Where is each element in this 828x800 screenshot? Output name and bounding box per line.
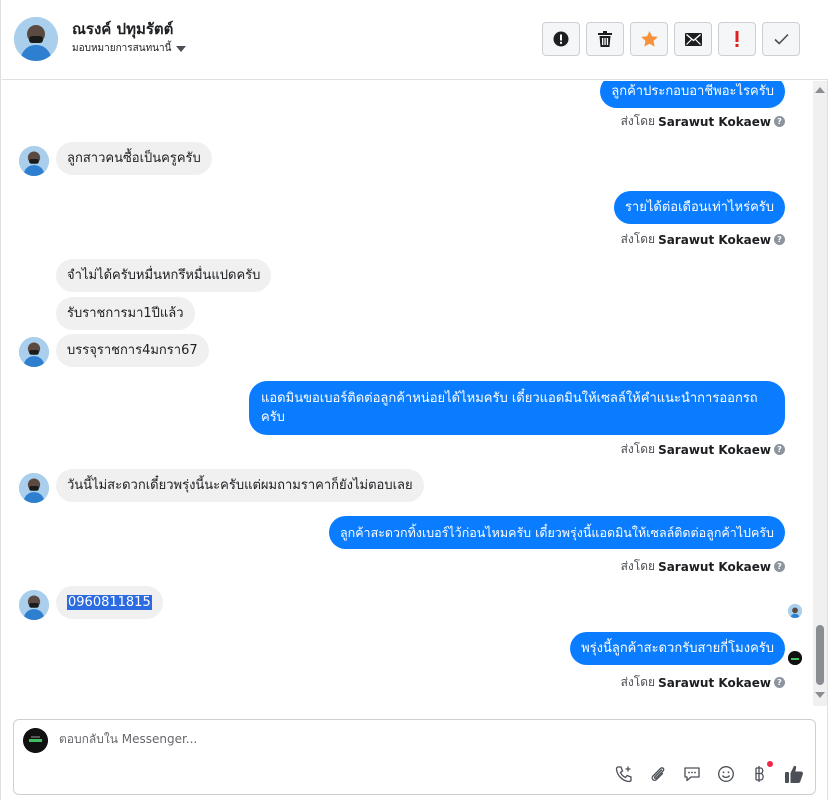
agent-name[interactable]: Sarawut Kokaew — [658, 676, 771, 690]
info-button[interactable] — [542, 22, 580, 56]
contact-name[interactable]: ณรงค์ ปทุมรัตต์ — [72, 17, 173, 41]
agent-name[interactable]: Sarawut Kokaew — [658, 443, 771, 457]
trash-icon — [598, 31, 612, 47]
saved-reply-button[interactable] — [681, 763, 703, 785]
page-avatar — [23, 728, 48, 753]
agent-name[interactable]: Sarawut Kokaew — [658, 233, 771, 247]
assign-conversation-dropdown[interactable]: มอบหมายการสนทนานี้ — [72, 41, 187, 56]
attach-button[interactable] — [647, 763, 669, 785]
emoji-button[interactable] — [715, 763, 737, 785]
mail-button[interactable] — [674, 22, 712, 56]
scrollbar-thumb[interactable] — [816, 625, 824, 685]
payment-button[interactable] — [749, 761, 773, 785]
message-outgoing[interactable]: รายได้ต่อเดือนเท่าไหร่ครับ — [613, 191, 785, 224]
message-incoming[interactable]: จำไม่ได้ครับหมื่นหกรึหมื่นแปดครับ — [56, 259, 272, 292]
message-incoming[interactable]: บรรจุราชการ4มกรา67 — [56, 334, 209, 367]
reply-input[interactable] — [59, 732, 759, 746]
sent-by-label: ส่งโดย Sarawut Kokaew ? — [621, 673, 785, 692]
help-icon[interactable]: ? — [774, 116, 785, 127]
contact-avatar-small — [19, 590, 49, 620]
message-outgoing[interactable]: ลูกค้าประกอบอาชีพอะไรครับ — [600, 81, 785, 108]
check-icon — [773, 33, 789, 45]
message-outgoing[interactable]: พรุ่งนี้ลูกค้าสะดวกรับสายกี่โมงครับ — [570, 632, 785, 665]
mark-important-button[interactable] — [718, 22, 756, 56]
reply-composer — [13, 719, 816, 795]
delete-button[interactable] — [586, 22, 624, 56]
star-button[interactable] — [630, 22, 668, 56]
scroll-up-arrow[interactable] — [815, 87, 825, 93]
call-button[interactable] — [613, 763, 635, 785]
help-icon[interactable]: ? — [774, 561, 785, 572]
info-icon — [553, 31, 569, 47]
conversation-header: ณรงค์ ปทุมรัตต์ มอบหมายการสนทนานี้ — [2, 0, 828, 80]
page-avatar-small — [788, 651, 802, 665]
agent-name[interactable]: Sarawut Kokaew — [658, 115, 771, 129]
sent-by-label: ส่งโดย Sarawut Kokaew ? — [621, 440, 785, 459]
star-icon — [640, 31, 658, 47]
message-list[interactable]: ลูกค้าประกอบอาชีพอะไรครับ ส่งโดย Sarawut… — [2, 81, 812, 706]
scroll-down-arrow[interactable] — [815, 692, 825, 698]
like-icon — [785, 765, 803, 783]
emoji-icon — [718, 766, 734, 782]
sent-by-label: ส่งโดย Sarawut Kokaew ? — [621, 230, 785, 249]
paperclip-icon — [651, 767, 665, 781]
help-icon[interactable]: ? — [774, 677, 785, 688]
exclamation-icon — [735, 31, 739, 47]
baht-icon — [755, 766, 764, 782]
conversation-panel: ณรงค์ ปทุมรัตต์ มอบหมายการสนทนานี้ ลูกค้… — [0, 0, 828, 800]
read-receipt-avatar — [788, 604, 802, 618]
sent-by-label: ส่งโดย Sarawut Kokaew ? — [621, 557, 785, 576]
mark-done-button[interactable] — [762, 22, 800, 56]
help-icon[interactable]: ? — [774, 234, 785, 245]
message-incoming[interactable]: วันนี้ไม่สะดวกเดี๋ยวพรุ่งนี้นะครับแต่ผมถ… — [56, 469, 424, 502]
message-outgoing[interactable]: ลูกค้าสะดวกทิ้งเบอร์ไว้ก่อนไหมครับ เดี๋ย… — [328, 516, 785, 549]
contact-avatar[interactable] — [14, 17, 58, 61]
message-outgoing[interactable]: แอดมินขอเบอร์ติดต่อลูกค้าหน่อยได้ไหมครับ… — [249, 381, 785, 435]
contact-avatar-small — [19, 146, 49, 176]
help-icon[interactable]: ? — [774, 444, 785, 455]
contact-avatar-small — [19, 337, 49, 367]
caret-down-icon — [176, 45, 187, 52]
saved-reply-icon — [684, 767, 700, 782]
scrollbar[interactable] — [813, 81, 827, 706]
message-incoming[interactable]: ลูกสาวคนซื้อเป็นครูครับ — [56, 142, 212, 175]
like-button[interactable] — [783, 763, 805, 785]
contact-avatar-small — [19, 473, 49, 503]
agent-name[interactable]: Sarawut Kokaew — [658, 560, 771, 574]
composer-toolbar — [613, 761, 805, 785]
message-incoming[interactable]: รับราชการมา1ปีแล้ว — [56, 297, 195, 330]
mail-icon — [684, 32, 702, 46]
selected-text[interactable]: 0960811815 — [67, 595, 152, 610]
assign-label: มอบหมายการสนทนานี้ — [72, 43, 172, 54]
message-incoming-phone[interactable]: 0960811815 — [56, 586, 163, 619]
phone-add-icon — [615, 766, 632, 783]
notification-dot — [767, 761, 773, 767]
sent-by-label: ส่งโดย Sarawut Kokaew ? — [621, 112, 785, 131]
header-actions — [542, 22, 800, 56]
